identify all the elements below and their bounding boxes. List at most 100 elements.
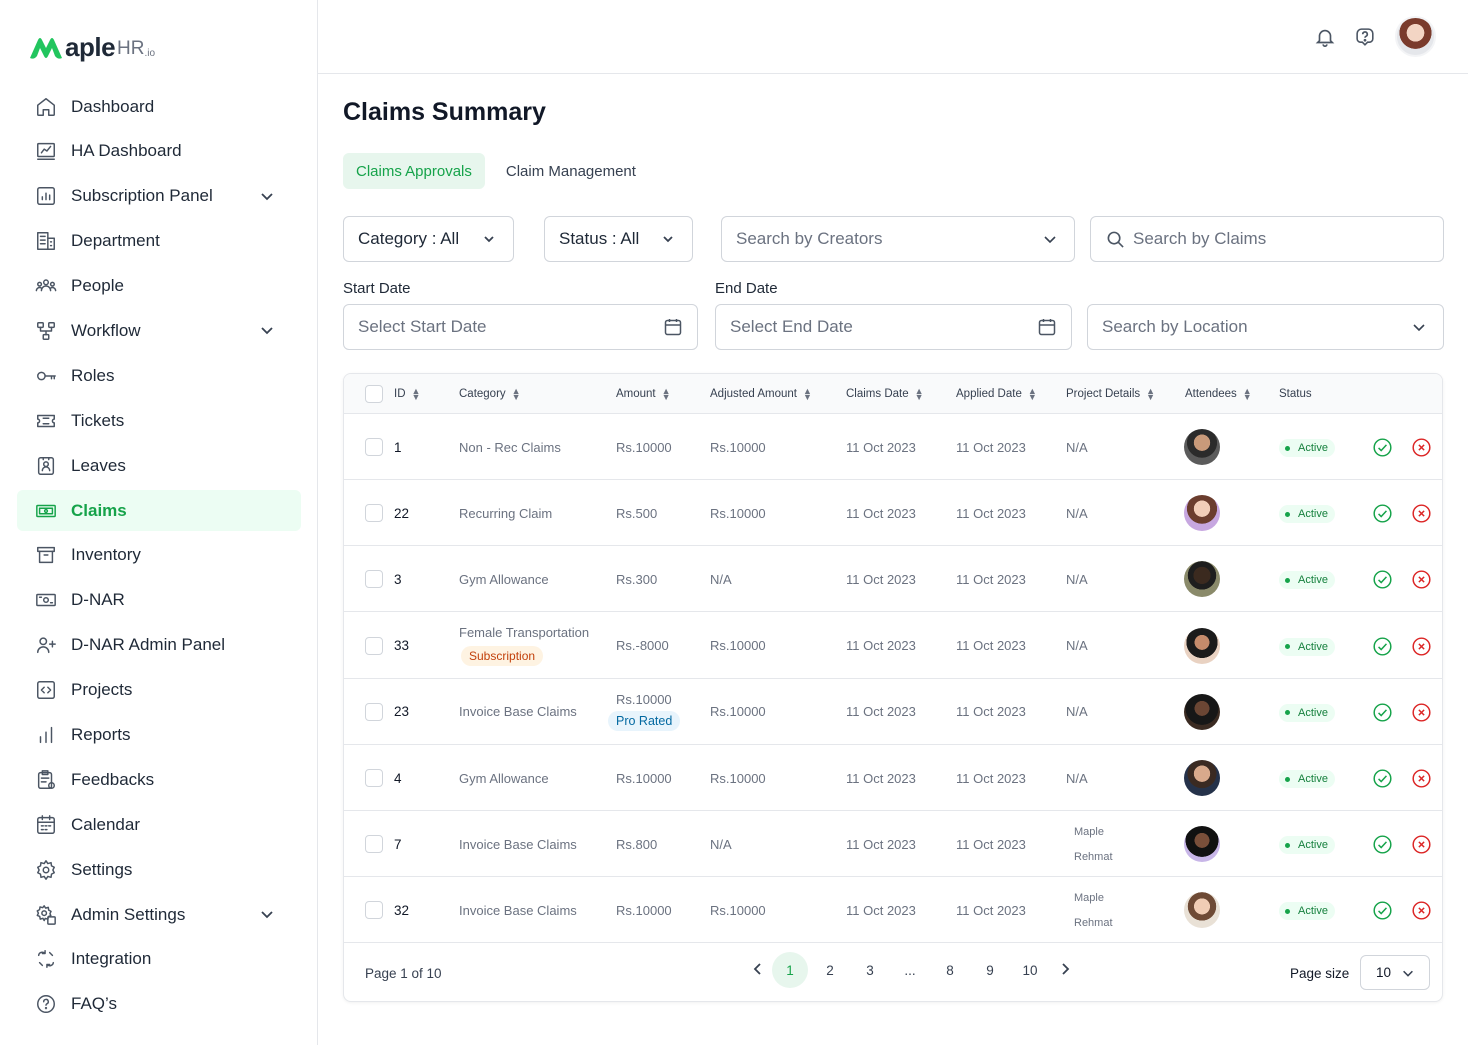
bell-icon[interactable] xyxy=(1314,26,1336,48)
attendee-avatar[interactable] xyxy=(1184,693,1220,730)
sidebar-item-d-nar-admin-panel[interactable]: D-NAR Admin Panel xyxy=(17,625,301,666)
page-size-select[interactable]: 10 xyxy=(1360,955,1430,990)
tab-claims-approvals[interactable]: Claims Approvals xyxy=(343,153,485,189)
category-filter[interactable]: Category : All xyxy=(343,216,514,262)
sidebar-item-projects[interactable]: Projects xyxy=(17,670,301,711)
reject-icon[interactable] xyxy=(1411,437,1432,458)
table-row[interactable]: 32 Invoice Base Claims Rs.10000 Rs.10000 11 … xyxy=(344,877,1442,944)
row-checkbox[interactable] xyxy=(365,570,383,589)
sidebar-item-admin-settings[interactable]: Admin Settings xyxy=(17,894,301,935)
status-filter[interactable]: Status : All xyxy=(544,216,693,262)
logo[interactable]: aple HR .io xyxy=(28,30,155,60)
sidebar-item-ha-dashboard[interactable]: HA Dashboard xyxy=(17,131,301,172)
page-button[interactable]: 3 xyxy=(852,952,888,988)
next-page-icon[interactable] xyxy=(1057,961,1073,977)
sidebar-item-calendar[interactable]: Calendar xyxy=(17,804,301,845)
reject-icon[interactable] xyxy=(1411,702,1432,723)
attendee-avatar[interactable] xyxy=(1184,892,1220,929)
row-checkbox[interactable] xyxy=(365,702,383,721)
sidebar-item-faq-s[interactable]: FAQ’s xyxy=(17,984,301,1025)
sidebar-item-tickets[interactable]: Tickets xyxy=(17,400,301,441)
sidebar-item-dashboard[interactable]: Dashboard xyxy=(17,86,301,127)
end-date-picker[interactable]: Select End Date xyxy=(715,304,1072,350)
row-checkbox[interactable] xyxy=(365,636,383,655)
claims-search[interactable] xyxy=(1090,216,1444,262)
row-checkbox[interactable] xyxy=(365,504,383,523)
attendee-avatar[interactable] xyxy=(1184,627,1220,664)
chevron-down-icon[interactable] xyxy=(259,322,275,338)
sidebar-item-inventory[interactable]: Inventory xyxy=(17,535,301,576)
select-all-checkbox[interactable] xyxy=(365,385,383,403)
table-row[interactable]: 23 Invoice Base Claims Rs.10000 Pro Rated Rs… xyxy=(344,679,1442,745)
approve-icon[interactable] xyxy=(1372,834,1393,855)
page-button[interactable]: 8 xyxy=(932,952,968,988)
sidebar-item-d-nar[interactable]: D-NAR xyxy=(17,580,301,621)
user-avatar[interactable] xyxy=(1395,16,1436,57)
reject-icon[interactable] xyxy=(1411,834,1432,855)
col-claims-date[interactable]: Claims Date ▲ ▼ xyxy=(846,374,924,414)
sidebar-item-department[interactable]: Department xyxy=(17,221,301,262)
approve-icon[interactable] xyxy=(1372,569,1393,590)
sidebar-item-workflow[interactable]: Workflow xyxy=(17,310,301,351)
page-button[interactable]: 10 xyxy=(1012,952,1048,988)
location-search[interactable]: Search by Location xyxy=(1087,304,1444,350)
page-button[interactable]: 9 xyxy=(972,952,1008,988)
attendee-avatar[interactable] xyxy=(1184,495,1220,532)
attendee-avatar[interactable] xyxy=(1184,826,1220,863)
sort-icon: ▲ ▼ xyxy=(411,386,421,402)
table-row[interactable]: 4 Gym Allowance Rs.10000 Rs.10000 11 Oct 202… xyxy=(344,745,1442,811)
sidebar-item-integration[interactable]: Integration xyxy=(17,939,301,980)
approve-icon[interactable] xyxy=(1372,768,1393,789)
col-id[interactable]: ID ▲ ▼ xyxy=(394,374,420,414)
help-icon xyxy=(35,993,57,1015)
col-category[interactable]: Category ▲ ▼ xyxy=(459,374,521,414)
claims-search-input[interactable] xyxy=(1133,229,1429,249)
sidebar-item-feedbacks[interactable]: Feedbacks xyxy=(17,759,301,800)
row-checkbox[interactable] xyxy=(365,438,383,456)
approve-icon[interactable] xyxy=(1372,900,1393,921)
approve-icon[interactable] xyxy=(1372,503,1393,524)
page-button[interactable]: 2 xyxy=(812,952,848,988)
approve-icon[interactable] xyxy=(1372,437,1393,458)
sidebar: aple HR .io Dashboard HA Dashboard Subscri… xyxy=(0,0,318,1045)
col-applied-date[interactable]: Applied Date ▲ ▼ xyxy=(956,374,1037,414)
chevron-down-icon[interactable] xyxy=(259,906,275,922)
sidebar-item-roles[interactable]: Roles xyxy=(17,355,301,396)
help-icon[interactable] xyxy=(1354,26,1376,48)
attendee-avatar[interactable] xyxy=(1184,561,1220,598)
col-adjusted-amount[interactable]: Adjusted Amount ▲ ▼ xyxy=(710,374,812,414)
approve-icon[interactable] xyxy=(1372,636,1393,657)
table-row[interactable]: 1 Non - Rec Claims Rs.10000 Rs.10000 11 Oct … xyxy=(344,414,1442,480)
row-checkbox[interactable] xyxy=(365,901,383,920)
chevron-down-icon[interactable] xyxy=(259,188,275,204)
col-applied-date-label: Applied Date xyxy=(956,388,1022,400)
start-date-picker[interactable]: Select Start Date xyxy=(343,304,698,350)
reject-icon[interactable] xyxy=(1411,569,1432,590)
col-project-details[interactable]: Project Details ▲ ▼ xyxy=(1066,374,1155,414)
table-row[interactable]: 33 Female Transportation Subscription Rs.-8… xyxy=(344,613,1442,679)
row-checkbox[interactable] xyxy=(365,769,383,787)
sidebar-item-claims[interactable]: Claims xyxy=(17,490,301,532)
attendee-avatar[interactable] xyxy=(1184,429,1220,465)
approve-icon[interactable] xyxy=(1372,702,1393,723)
table-row[interactable]: 3 Gym Allowance Rs.300 N/A 11 Oct 2023 11 Oct… xyxy=(344,546,1442,613)
sidebar-item-people[interactable]: People xyxy=(17,266,301,307)
reject-icon[interactable] xyxy=(1411,900,1432,921)
table-row[interactable]: 7 Invoice Base Claims Rs.800 N/A 11 Oct 2023… xyxy=(344,811,1442,878)
sidebar-item-reports[interactable]: Reports xyxy=(17,714,301,755)
col-amount[interactable]: Amount ▲ ▼ xyxy=(616,374,671,414)
reject-icon[interactable] xyxy=(1411,768,1432,789)
reject-icon[interactable] xyxy=(1411,636,1432,657)
row-checkbox[interactable] xyxy=(365,835,383,854)
sidebar-item-leaves[interactable]: Leaves xyxy=(17,445,301,486)
col-attendees[interactable]: Attendees ▲ ▼ xyxy=(1185,374,1252,414)
tab-claim-management[interactable]: Claim Management xyxy=(493,153,649,189)
attendee-avatar[interactable] xyxy=(1184,760,1220,796)
sidebar-item-settings[interactable]: Settings xyxy=(17,849,301,890)
prev-page-icon[interactable] xyxy=(750,961,766,977)
creators-search[interactable]: Search by Creators xyxy=(721,216,1075,262)
table-row[interactable]: 22 Recurring Claim Rs.500 Rs.10000 11 Oct 20… xyxy=(344,480,1442,547)
reject-icon[interactable] xyxy=(1411,503,1432,524)
sidebar-item-subscription-panel[interactable]: Subscription Panel xyxy=(17,176,301,217)
page-button[interactable]: 1 xyxy=(772,952,808,988)
